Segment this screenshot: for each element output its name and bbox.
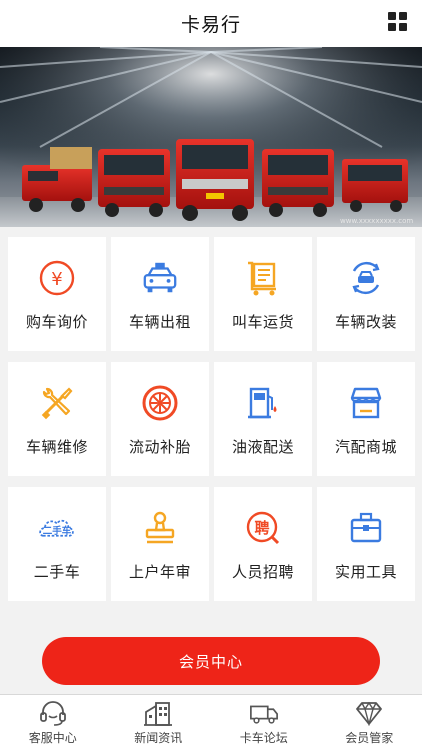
app-header: 卡易行 xyxy=(0,0,422,47)
diamond-icon xyxy=(354,700,384,726)
buildings-icon xyxy=(143,700,173,726)
service-label: 实用工具 xyxy=(334,563,397,581)
headset-icon xyxy=(38,700,68,726)
app-title: 卡易行 xyxy=(180,14,241,36)
service-label: 油液配送 xyxy=(231,438,294,456)
wrench-screwdriver-icon xyxy=(38,384,76,422)
recruit-icon: 聘 xyxy=(244,509,282,547)
toolbox-icon xyxy=(347,509,385,547)
service-label: 车辆出租 xyxy=(128,313,191,331)
service-tile-car-quote[interactable]: ¥ 购车询价 xyxy=(8,237,106,351)
service-label: 车辆改装 xyxy=(334,313,397,331)
svg-text:聘: 聘 xyxy=(254,519,269,537)
service-tile-parts-mall[interactable]: 汽配商城 xyxy=(317,362,415,476)
car-refit-icon xyxy=(347,259,385,297)
fuel-pump-icon xyxy=(244,384,282,422)
service-label: 叫车运货 xyxy=(231,313,294,331)
member-center-button[interactable]: 会员中心 xyxy=(42,637,380,685)
tab-label: 客服中心 xyxy=(28,731,77,745)
bottom-tabbar: 客服中心 新闻资讯 卡车论坛 会员管家 xyxy=(0,694,422,750)
tab-news[interactable]: 新闻资讯 xyxy=(106,695,212,750)
service-label: 车辆维修 xyxy=(25,438,88,456)
service-label: 流动补胎 xyxy=(128,438,191,456)
svg-text:¥: ¥ xyxy=(51,269,62,290)
svg-text:二手车: 二手车 xyxy=(43,525,72,537)
tab-label: 新闻资讯 xyxy=(134,731,183,745)
shop-icon xyxy=(347,384,385,422)
service-tile-used-car[interactable]: 二手车 二手车 xyxy=(8,487,106,601)
stamp-icon xyxy=(141,509,179,547)
service-tile-registration[interactable]: 上户年审 xyxy=(111,487,209,601)
service-label: 汽配商城 xyxy=(334,438,397,456)
taxi-icon xyxy=(141,259,179,297)
service-label: 二手车 xyxy=(33,563,81,581)
tab-truck-forum[interactable]: 卡车论坛 xyxy=(211,695,317,750)
cargo-cart-icon xyxy=(244,259,282,297)
service-tile-fuel-delivery[interactable]: 油液配送 xyxy=(214,362,312,476)
service-tile-car-refit[interactable]: 车辆改装 xyxy=(317,237,415,351)
banner-image[interactable]: www.xxxxxxxxx.com xyxy=(0,47,422,227)
grid-icon[interactable] xyxy=(388,12,408,32)
service-tile-tools[interactable]: 实用工具 xyxy=(317,487,415,601)
tab-label: 卡车论坛 xyxy=(239,731,288,745)
service-tile-car-repair[interactable]: 车辆维修 xyxy=(8,362,106,476)
tab-customer-service[interactable]: 客服中心 xyxy=(0,695,106,750)
service-label: 人员招聘 xyxy=(231,563,294,581)
service-label: 购车询价 xyxy=(25,313,88,331)
banner-watermark: www.xxxxxxxxx.com xyxy=(340,217,413,225)
service-tile-car-rental[interactable]: 车辆出租 xyxy=(111,237,209,351)
tab-label: 会员管家 xyxy=(345,731,394,745)
truck-icon xyxy=(249,700,279,726)
used-car-cloud-icon: 二手车 xyxy=(38,509,76,547)
service-tile-tire-repair[interactable]: 流动补胎 xyxy=(111,362,209,476)
tire-icon xyxy=(141,384,179,422)
service-label: 上户年审 xyxy=(128,563,191,581)
service-tile-call-freight[interactable]: 叫车运货 xyxy=(214,237,312,351)
tab-member-butler[interactable]: 会员管家 xyxy=(317,695,422,750)
yuan-coin-icon: ¥ xyxy=(38,259,76,297)
services-grid: ¥ 购车询价 车辆出租 叫车运货 车辆改装 车辆维修 流动补胎 油液配送 汽配商… xyxy=(0,227,422,601)
trucks-photo: www.xxxxxxxxx.com xyxy=(0,47,422,227)
service-tile-recruitment[interactable]: 聘 人员招聘 xyxy=(214,487,312,601)
